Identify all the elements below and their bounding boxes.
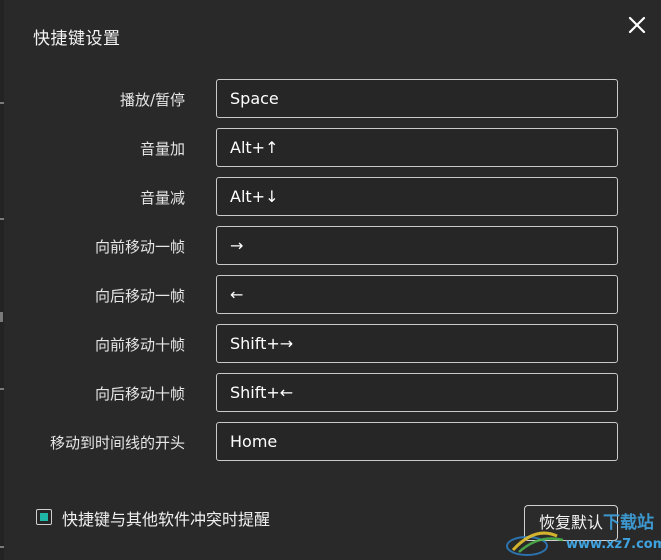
shortcut-field-volume-up[interactable]: Alt+↑ [216, 128, 618, 167]
shortcut-field-volume-down[interactable]: Alt+↓ [216, 177, 618, 216]
shortcut-field-forward-one-frame[interactable]: → [216, 226, 618, 265]
shortcut-field-forward-ten-frames[interactable]: Shift+→ [216, 324, 618, 363]
shortcut-field-back-one-frame[interactable]: ← [216, 275, 618, 314]
shortcut-field-go-to-start[interactable]: Home [216, 422, 618, 461]
checkbox-checked-indicator [40, 513, 48, 521]
shortcut-label-back-one-frame: 向后移动一帧 [94, 287, 185, 305]
shortcut-label-volume-up: 音量加 [139, 140, 185, 158]
close-button[interactable] [624, 12, 650, 38]
shortcut-field-back-ten-frames[interactable]: Shift+← [216, 373, 618, 412]
edge-tick [0, 546, 4, 548]
edge-tick [0, 218, 4, 220]
shortcut-label-play-pause: 播放/暂停 [119, 91, 185, 109]
conflict-reminder-label[interactable]: 快捷键与其他软件冲突时提醒 [62, 506, 270, 530]
restore-defaults-button[interactable]: 恢复默认 [524, 505, 618, 541]
close-icon [628, 16, 646, 34]
watermark-url: www.xz7.com [566, 537, 661, 552]
window-left-edge [0, 0, 4, 560]
conflict-reminder-checkbox[interactable] [36, 509, 52, 525]
edge-tick [0, 388, 4, 390]
edge-tick [0, 312, 3, 322]
shortcut-label-forward-one-frame: 向前移动一帧 [94, 238, 185, 256]
shortcut-label-forward-ten-frames: 向前移动十帧 [94, 336, 185, 354]
shortcut-label-volume-down: 音量减 [139, 189, 185, 207]
shortcut-label-back-ten-frames: 向后移动十帧 [94, 385, 185, 403]
shortcut-label-go-to-start: 移动到时间线的开头 [49, 434, 185, 452]
edge-tick [0, 102, 4, 104]
shortcut-field-play-pause[interactable]: Space [216, 79, 618, 118]
shortcut-settings-dialog: 快捷键设置 播放/暂停 Space 音量加 Alt+↑ 音量减 Alt+↓ 向前… [0, 0, 661, 560]
dialog-title: 快捷键设置 [33, 29, 121, 49]
